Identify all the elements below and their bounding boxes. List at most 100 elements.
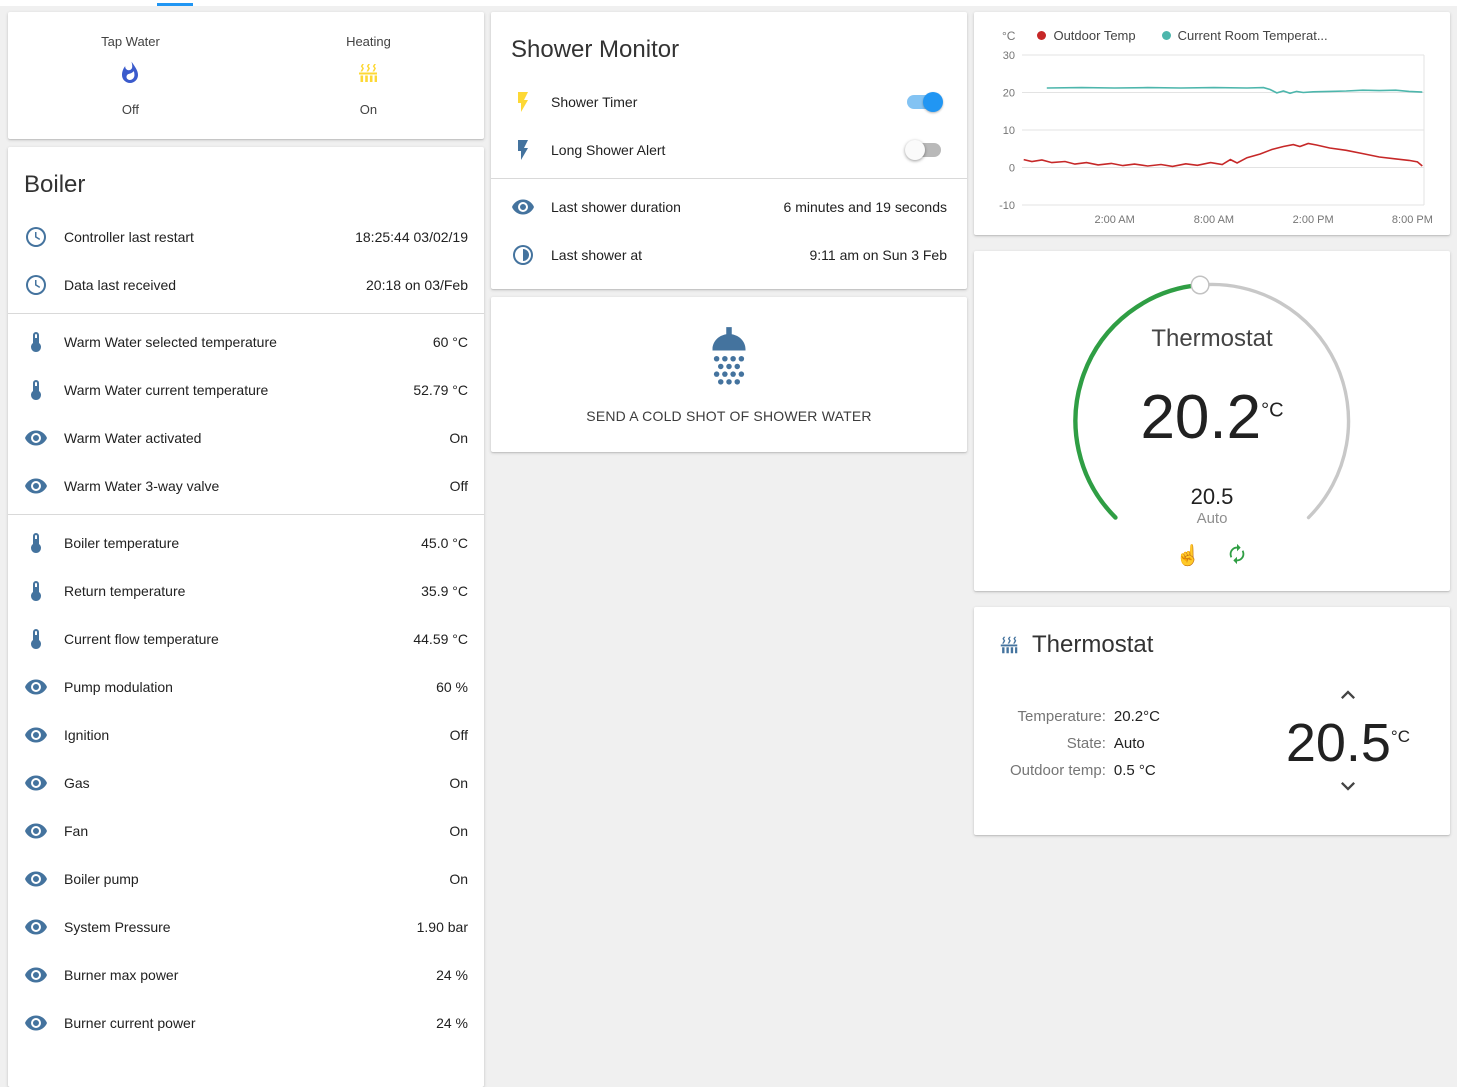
entity-state: On — [346, 102, 391, 117]
thermostat-info-card: Thermostat Temperature: 20.2°C State: Au… — [974, 607, 1450, 835]
attr-label: State: — [1010, 735, 1106, 752]
entity-row[interactable]: Boiler pump On — [8, 855, 484, 903]
boiler-card-title: Boiler — [8, 147, 484, 213]
decrease-temperature-button[interactable] — [1334, 787, 1362, 804]
divider — [491, 178, 967, 179]
radiator-icon — [346, 61, 391, 90]
long-shower-alert-toggle[interactable] — [907, 143, 941, 157]
entity-value: 60 °C — [433, 334, 468, 350]
entity-value: 20:18 on 03/Feb — [366, 277, 468, 293]
flash-icon — [511, 138, 535, 162]
hand-icon[interactable]: ☝ — [1176, 543, 1201, 570]
last-shower-at-row[interactable]: Last shower at 9:11 am on Sun 3 Feb — [491, 231, 967, 279]
entity-row[interactable]: Current flow temperature 44.59 °C — [8, 615, 484, 663]
legend-dot — [1037, 31, 1046, 40]
entity-name: Heating — [346, 34, 391, 49]
svg-text:8:00 AM: 8:00 AM — [1194, 214, 1234, 226]
svg-text:-10: -10 — [999, 200, 1015, 212]
entity-value: Off — [450, 478, 468, 494]
attr-value: 0.5 °C — [1114, 762, 1160, 779]
shower-monitor-title: Shower Monitor — [491, 12, 967, 78]
entity-row[interactable]: Return temperature 35.9 °C — [8, 567, 484, 615]
entity-row[interactable]: Data last received 20:18 on 03/Feb — [8, 261, 484, 309]
entity-value: 52.79 °C — [413, 382, 468, 398]
eye-icon — [24, 1011, 48, 1035]
middle-column: Shower Monitor Shower Timer Long Shower … — [491, 12, 967, 452]
boiler-rows: Controller last restart 18:25:44 03/02/1… — [8, 213, 484, 1047]
entity-row[interactable]: Controller last restart 18:25:44 03/02/1… — [8, 213, 484, 261]
entity-row[interactable]: Boiler temperature 45.0 °C — [8, 519, 484, 567]
fire-icon — [101, 61, 160, 90]
entity-state: Off — [101, 102, 160, 117]
shower-head-icon — [507, 323, 951, 394]
svg-text:10: 10 — [1003, 125, 1015, 137]
legend-item: Outdoor Temp — [1037, 28, 1135, 43]
entity-label: Data last received — [64, 277, 358, 293]
entity-row[interactable]: System Pressure 1.90 bar — [8, 903, 484, 951]
target-temperature: 20.5°C — [1286, 716, 1410, 770]
entity-label: Fan — [64, 823, 441, 839]
entity-row[interactable]: Ignition Off — [8, 711, 484, 759]
attribute-value: 6 minutes and 19 seconds — [784, 199, 947, 215]
cold-shot-label: SEND A COLD SHOT OF SHOWER WATER — [507, 408, 951, 424]
eye-icon — [24, 915, 48, 939]
thermometer-icon — [24, 378, 48, 402]
shower-timer-toggle[interactable] — [907, 95, 941, 109]
entity-value: On — [449, 775, 468, 791]
divider — [8, 514, 484, 515]
entity-label: Warm Water activated — [64, 430, 441, 446]
entity-label: Warm Water selected temperature — [64, 334, 425, 350]
entity-label: Warm Water 3-way valve — [64, 478, 442, 494]
glance-card: Tap Water Off Heating On — [8, 12, 484, 139]
thermostat-dial-slider[interactable] — [1056, 265, 1368, 577]
eye-icon — [24, 723, 48, 747]
divider — [8, 313, 484, 314]
entity-row[interactable]: Pump modulation 60 % — [8, 663, 484, 711]
thermometer-icon — [24, 627, 48, 651]
last-shower-duration-row[interactable]: Last shower duration 6 minutes and 19 se… — [491, 183, 967, 231]
entity-row[interactable]: Fan On — [8, 807, 484, 855]
legend-item: Current Room Temperat... — [1162, 28, 1328, 43]
glance-item-tap-water[interactable]: Tap Water Off — [101, 34, 160, 117]
shower-timer-row[interactable]: Shower Timer — [491, 78, 967, 126]
thermometer-icon — [24, 330, 48, 354]
attribute-label: Last shower at — [551, 247, 802, 263]
radiator-icon — [998, 634, 1020, 656]
cold-shot-button[interactable]: SEND A COLD SHOT OF SHOWER WATER — [491, 297, 967, 452]
attr-label: Temperature: — [1010, 708, 1106, 725]
legend-dot — [1162, 31, 1171, 40]
clock-icon — [24, 273, 48, 297]
dial-handle[interactable] — [1191, 276, 1209, 294]
entity-label: System Pressure — [64, 919, 409, 935]
entity-value: 45.0 °C — [421, 535, 468, 551]
entity-row[interactable]: Burner current power 24 % — [8, 999, 484, 1047]
flash-icon — [511, 90, 535, 114]
clock-icon — [511, 243, 535, 267]
increase-temperature-button[interactable] — [1334, 696, 1362, 713]
entity-row[interactable]: Warm Water activated On — [8, 414, 484, 462]
entity-value: 24 % — [436, 967, 468, 983]
entity-row[interactable]: Warm Water selected temperature 60 °C — [8, 318, 484, 366]
dial-arc-inactive — [1200, 284, 1348, 517]
entity-row[interactable]: Burner max power 24 % — [8, 951, 484, 999]
autorenew-icon[interactable] — [1226, 543, 1248, 570]
eye-icon — [24, 474, 48, 498]
eye-icon — [24, 963, 48, 987]
toggle-label: Shower Timer — [551, 94, 907, 110]
entity-value: 60 % — [436, 679, 468, 695]
app-header-edge — [0, 0, 1457, 6]
entity-value: On — [449, 430, 468, 446]
entity-value: 24 % — [436, 1015, 468, 1031]
entity-label: Gas — [64, 775, 441, 791]
entity-row[interactable]: Warm Water 3-way valve Off — [8, 462, 484, 510]
entity-row[interactable]: Warm Water current temperature 52.79 °C — [8, 366, 484, 414]
glance-item-heating[interactable]: Heating On — [346, 34, 391, 117]
entity-row[interactable]: Gas On — [8, 759, 484, 807]
long-shower-alert-row[interactable]: Long Shower Alert — [491, 126, 967, 174]
entity-value: On — [449, 823, 468, 839]
entity-value: 35.9 °C — [421, 583, 468, 599]
thermostat-dial-card: Thermostat 20.2°C 20.5 Auto ☝ — [974, 251, 1450, 591]
entity-value: 18:25:44 03/02/19 — [355, 229, 468, 245]
toggle-label: Long Shower Alert — [551, 142, 907, 158]
entity-label: Warm Water current temperature — [64, 382, 405, 398]
